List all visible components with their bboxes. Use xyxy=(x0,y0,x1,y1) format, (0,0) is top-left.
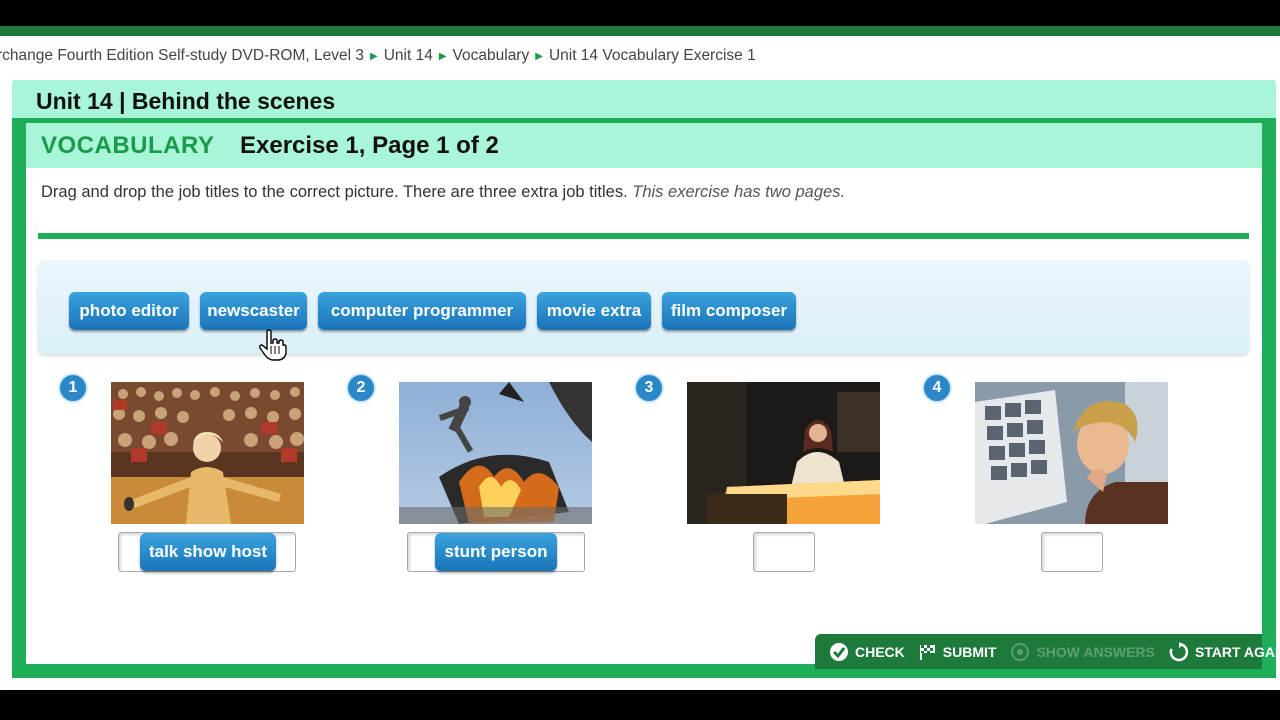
exercise-page: Unit 14 | Behind the scenes VOCABULARY E… xyxy=(0,76,1280,690)
instruction-main: Drag and drop the job titles to the corr… xyxy=(41,183,628,201)
word-bank: photo editor newscaster computer program… xyxy=(38,260,1249,354)
breadcrumb-arrow-icon: ▶ xyxy=(370,50,378,62)
show-answers-label: SHOW ANSWERS xyxy=(1036,643,1155,660)
breadcrumb-arrow-icon: ▶ xyxy=(438,50,447,62)
instruction-text: Drag and drop the job titles to the corr… xyxy=(41,183,845,202)
submit-button[interactable]: SUBMIT xyxy=(919,643,997,661)
unit-header: Unit 14 | Behind the scenes xyxy=(12,80,1276,118)
instruction-note: This exercise has two pages. xyxy=(632,183,846,201)
word-chip-newscaster[interactable]: newscaster xyxy=(200,292,307,330)
picture-talk-show-host xyxy=(111,382,304,524)
placed-chip-2[interactable]: stunt person xyxy=(435,533,557,571)
check-button[interactable]: CHECK xyxy=(829,642,905,662)
check-icon xyxy=(830,642,848,661)
show-answers-button[interactable]: SHOW ANSWERS xyxy=(1010,642,1155,662)
window-top-bar xyxy=(0,0,1280,36)
exercise-panel: VOCABULARY Exercise 1, Page 1 of 2 Drag … xyxy=(26,123,1280,669)
picture-stunt-person xyxy=(399,382,592,524)
submit-flag-icon xyxy=(919,644,935,660)
exercise-header: VOCABULARY Exercise 1, Page 1 of 2 xyxy=(26,123,1262,168)
item-number-badge: 3 xyxy=(634,373,664,403)
hand-pointer-cursor-icon xyxy=(258,328,288,367)
placed-chip-1[interactable]: talk show host xyxy=(140,533,276,571)
exercise-toolbar: CHECK SUBMIT SHOW ANSWERS START AGAIN xyxy=(815,634,1280,669)
exercise-frame: VOCABULARY Exercise 1, Page 1 of 2 Drag … xyxy=(12,118,1280,678)
check-label: CHECK xyxy=(855,643,905,660)
drop-slot-3[interactable] xyxy=(753,532,815,572)
picture-newscaster xyxy=(687,382,880,524)
item-number-badge: 2 xyxy=(346,373,376,403)
window-bottom-bar xyxy=(0,690,1280,720)
drop-slot-4[interactable] xyxy=(1041,532,1103,572)
breadcrumb-unit[interactable]: Unit 14 xyxy=(384,47,433,65)
picture-photo-editor xyxy=(975,382,1168,524)
start-again-label: START AGAIN xyxy=(1194,643,1280,660)
start-again-button[interactable]: START AGAIN xyxy=(1169,641,1280,662)
word-chip-photo-editor[interactable]: photo editor xyxy=(69,292,189,330)
word-chip-computer-programmer[interactable]: computer programmer xyxy=(318,292,526,330)
exercise-title: Exercise 1, Page 1 of 2 xyxy=(240,132,499,159)
unit-title: Unit 14 | Behind the scenes xyxy=(36,88,336,114)
breadcrumb-course[interactable]: rchange Fourth Edition Self-study DVD-RO… xyxy=(0,47,364,65)
word-chip-film-composer[interactable]: film composer xyxy=(662,292,796,330)
breadcrumb-arrow-icon: ▶ xyxy=(535,50,543,62)
restart-icon xyxy=(1169,641,1189,661)
breadcrumb-exercise: Unit 14 Vocabulary Exercise 1 xyxy=(548,47,756,64)
word-chip-movie-extra[interactable]: movie extra xyxy=(537,292,651,330)
breadcrumb: rchange Fourth Edition Self-study DVD-RO… xyxy=(0,36,1280,76)
breadcrumb-section[interactable]: Vocabulary xyxy=(453,47,530,65)
divider xyxy=(38,233,1249,239)
eye-icon xyxy=(1011,642,1030,661)
section-label: VOCABULARY xyxy=(41,132,215,159)
submit-label: SUBMIT xyxy=(942,643,997,660)
item-number-badge: 4 xyxy=(922,373,952,403)
item-number-badge: 1 xyxy=(58,373,88,403)
